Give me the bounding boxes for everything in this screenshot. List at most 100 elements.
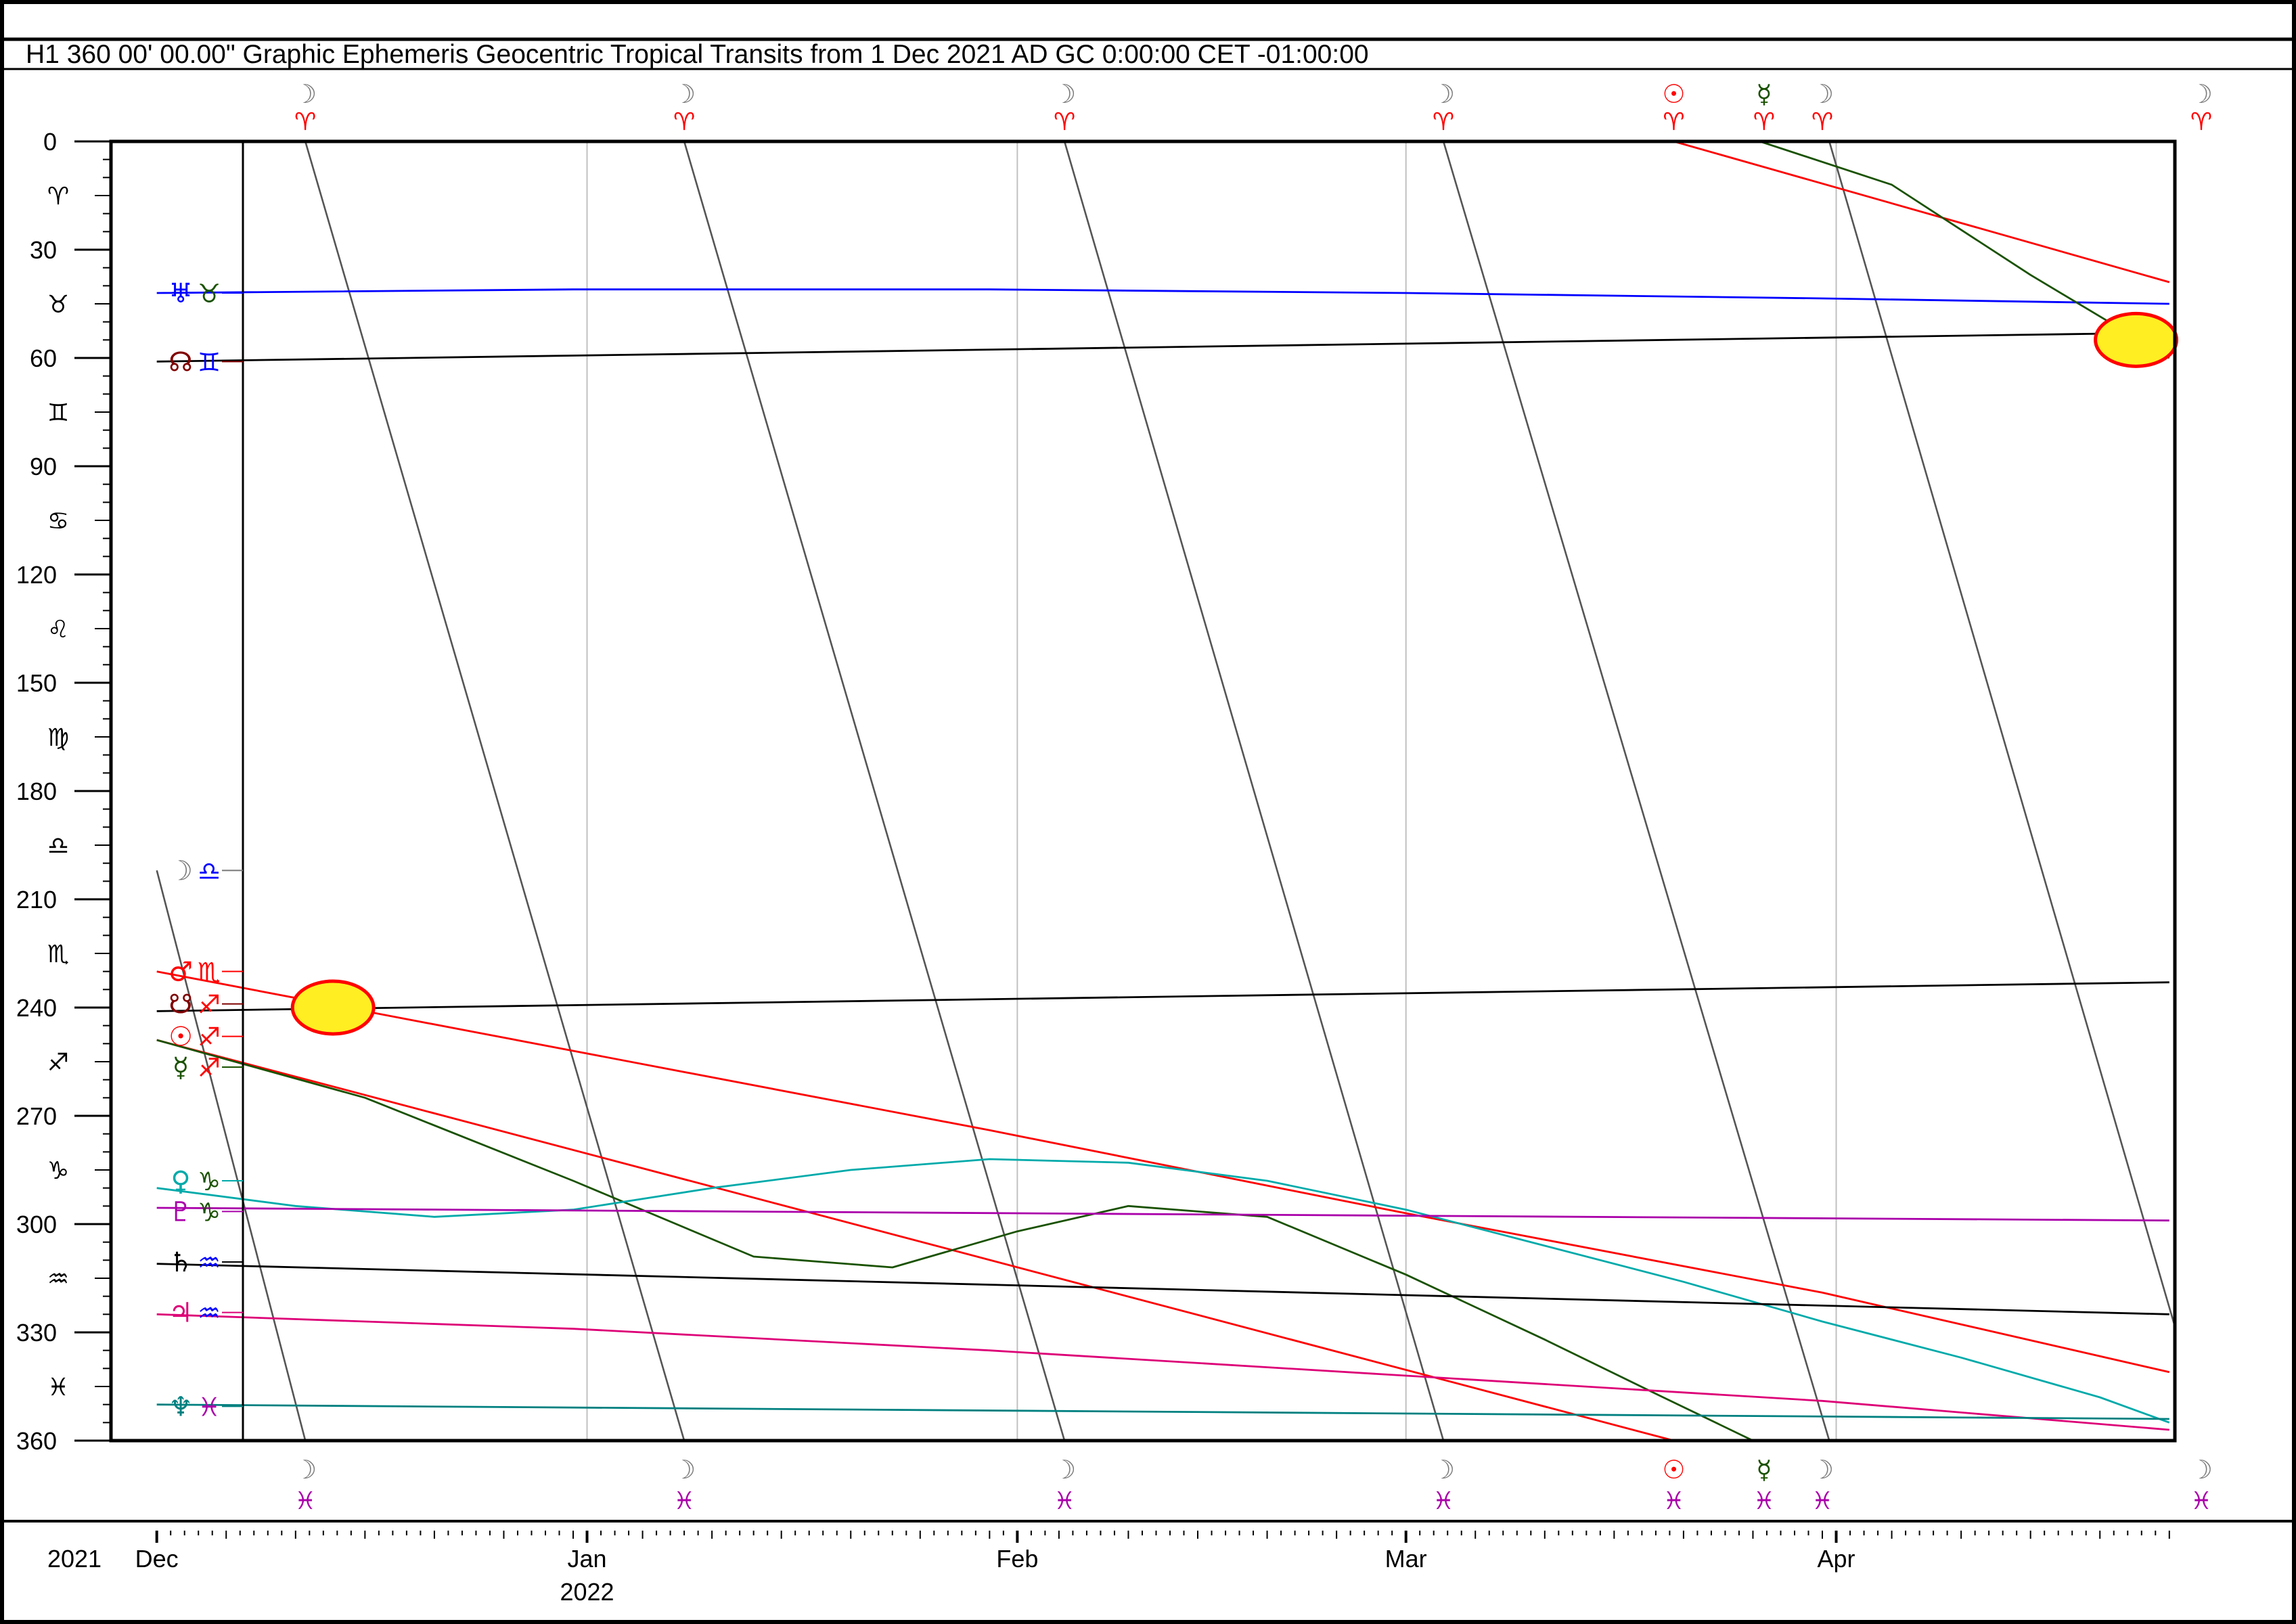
ingress-top-planet: ☉	[1663, 79, 1686, 109]
year-label-mid: 2022	[560, 1578, 614, 1606]
zodiac-sign-label: ♐	[47, 1049, 69, 1077]
planet-sign-label: ♐	[198, 1022, 221, 1052]
ingress-bottom-planet: ☽	[1053, 1455, 1076, 1485]
zodiac-sign-label: ♈	[47, 183, 69, 210]
series-line-node	[156, 332, 2169, 363]
ingress-bottom-sign: ♓	[673, 1487, 695, 1515]
ingress-top-sign: ♈	[1663, 108, 1684, 136]
zodiac-sign-label: ♉	[47, 291, 69, 319]
ingress-top-planet: ☽	[673, 79, 696, 109]
ingress-bottom-planet: ☿	[1756, 1455, 1772, 1485]
series-line-neptune	[156, 1403, 2169, 1420]
planet-glyph-label: ♅	[168, 278, 193, 309]
ingress-bottom-planet: ☽	[294, 1455, 317, 1485]
series-line-sun	[156, 1039, 1674, 1441]
planet-sign-label: ♑	[198, 1167, 221, 1196]
planet-label-column: ♅ ♉☊ ♊☽ ♎♂ ♏☋ ♐☉ ♐☿ ♐♀ ♑♇ ♑♄ ♒♃ ♒♆ ♓	[168, 278, 243, 1422]
planet-glyph-label: ♇	[168, 1196, 193, 1227]
y-tick-label: 180	[16, 777, 57, 805]
series-line-pluto	[156, 1206, 2169, 1222]
ingress-top-sign: ♈	[673, 108, 695, 136]
degree-axis: 0 30 60 90 120 150 180 210 240 270 300 330 360 ♈ ♉ ♊ ♋ ♌ ♍…	[16, 128, 111, 1455]
graphic-ephemeris-chart: 0 30 60 90 120 150 180 210 240 270 300 330 360 ♈ ♉ ♊ ♋ ♌ ♍…	[0, 0, 2296, 1624]
planet-glyph-label: ♀	[171, 1166, 190, 1197]
planet-glyph-label: ♃	[168, 1298, 193, 1329]
ingress-bottom-sign: ♓	[2190, 1487, 2212, 1515]
planet-sign-label: ♊	[198, 347, 221, 377]
outer-border	[0, 0, 2296, 1624]
series-line-moon	[683, 141, 1066, 1441]
planet-glyph-label: ☽	[168, 855, 193, 886]
planet-sign-label: ♐	[198, 990, 221, 1020]
ingress-bottom-planet: ☽	[1811, 1455, 1834, 1485]
y-tick-label: 360	[16, 1427, 57, 1455]
ingress-bottom-sign: ♓	[1054, 1487, 1075, 1515]
zodiac-sign-label: ♋	[47, 508, 69, 535]
ingress-top-planet: ☽	[294, 79, 317, 109]
ingress-top-sign: ♈	[1054, 108, 1075, 136]
zodiac-sign-label: ♎	[47, 832, 69, 860]
series-line-venus	[156, 1158, 2170, 1424]
planet-sign-label: ♑	[198, 1197, 221, 1227]
y-tick-label: 270	[16, 1102, 57, 1130]
chart-title: H1 360 00' 00.00" Graphic Ephemeris Geoc…	[26, 40, 1369, 69]
ingress-top-sign: ♈	[1753, 108, 1775, 136]
y-tick-label: 210	[16, 886, 57, 914]
series-line-sun	[1673, 141, 2170, 284]
planet-sign-label: ♉	[198, 279, 221, 309]
ingress-top-sign: ♈	[2190, 108, 2212, 136]
series-line-moon	[1063, 141, 1445, 1441]
ingress-top-planet: ☽	[1432, 79, 1455, 109]
planet-glyph-label: ♆	[168, 1391, 193, 1422]
y-tick-label: 330	[16, 1319, 57, 1347]
series-line-moon	[304, 141, 685, 1441]
planet-glyph-label: ☉	[168, 1022, 193, 1053]
planet-sign-label: ♓	[198, 1392, 221, 1422]
zodiac-sign-label: ♑	[47, 1157, 69, 1185]
y-tick-label: 60	[30, 344, 57, 372]
y-tick-label: 120	[16, 561, 57, 589]
x-month-label: Jan	[568, 1545, 607, 1573]
ingress-top-sign: ♈	[1433, 108, 1454, 136]
x-month-label: Mar	[1385, 1545, 1427, 1573]
ingress-top-planet: ☽	[1053, 79, 1076, 109]
zodiac-sign-label: ♊	[47, 399, 69, 427]
y-tick-label: 90	[30, 453, 57, 480]
series-line-uranus	[156, 288, 2169, 305]
ingress-top-planet: ☽	[1811, 79, 1834, 109]
ingress-bottom-sign: ♓	[1433, 1487, 1454, 1515]
ingress-top-planet: ☽	[2190, 79, 2213, 109]
planet-sign-label: ♏	[198, 957, 221, 987]
y-tick-label: 150	[16, 669, 57, 697]
date-axis: Dec Jan Feb Mar Apr 2021 2022	[47, 1531, 2170, 1606]
planet-glyph-label: ♂	[168, 957, 193, 988]
x-month-label: Apr	[1818, 1545, 1855, 1573]
planet-glyph-label: ♄	[168, 1247, 193, 1278]
series-line-mars	[156, 970, 2170, 1374]
x-month-label: Dec	[135, 1545, 179, 1573]
planet-glyph-label: ☊	[168, 346, 193, 378]
planet-sign-label: ♒	[198, 1248, 221, 1278]
ingress-bottom-sign: ♓	[1811, 1487, 1833, 1515]
planet-lines	[156, 141, 2175, 1441]
x-month-label: Feb	[996, 1545, 1038, 1573]
zodiac-sign-label: ♌	[47, 616, 69, 644]
ingress-bottom-sign: ♓	[1663, 1487, 1684, 1515]
zodiac-sign-label: ♓	[47, 1374, 69, 1401]
ingress-top-planet: ☿	[1756, 79, 1772, 109]
planet-glyph-label: ☋	[168, 989, 193, 1020]
zodiac-sign-label: ♍	[47, 724, 69, 752]
y-tick-label: 0	[43, 128, 57, 156]
series-line-moon	[1442, 141, 1830, 1441]
planet-sign-label: ♒	[198, 1299, 221, 1328]
planet-sign-label: ♎	[198, 856, 221, 886]
eclipse-marker	[290, 979, 376, 1036]
zodiac-sign-label: ♏	[47, 941, 69, 968]
eclipse-marker	[2094, 311, 2179, 368]
series-line-mercury	[156, 1039, 1754, 1441]
ingress-top-sign: ♈	[1811, 108, 1833, 136]
year-label-left: 2021	[47, 1545, 102, 1573]
ingress-bottom-planet: ☉	[1663, 1455, 1686, 1485]
y-tick-label: 300	[16, 1211, 57, 1238]
ingress-markers: ☽♈☽♓☽♈☽♓☽♈☽♓☽♈☽♓☉♈☉♓☿♈☿♓☽♈☽♓☽♈☽♓	[294, 79, 2213, 1515]
